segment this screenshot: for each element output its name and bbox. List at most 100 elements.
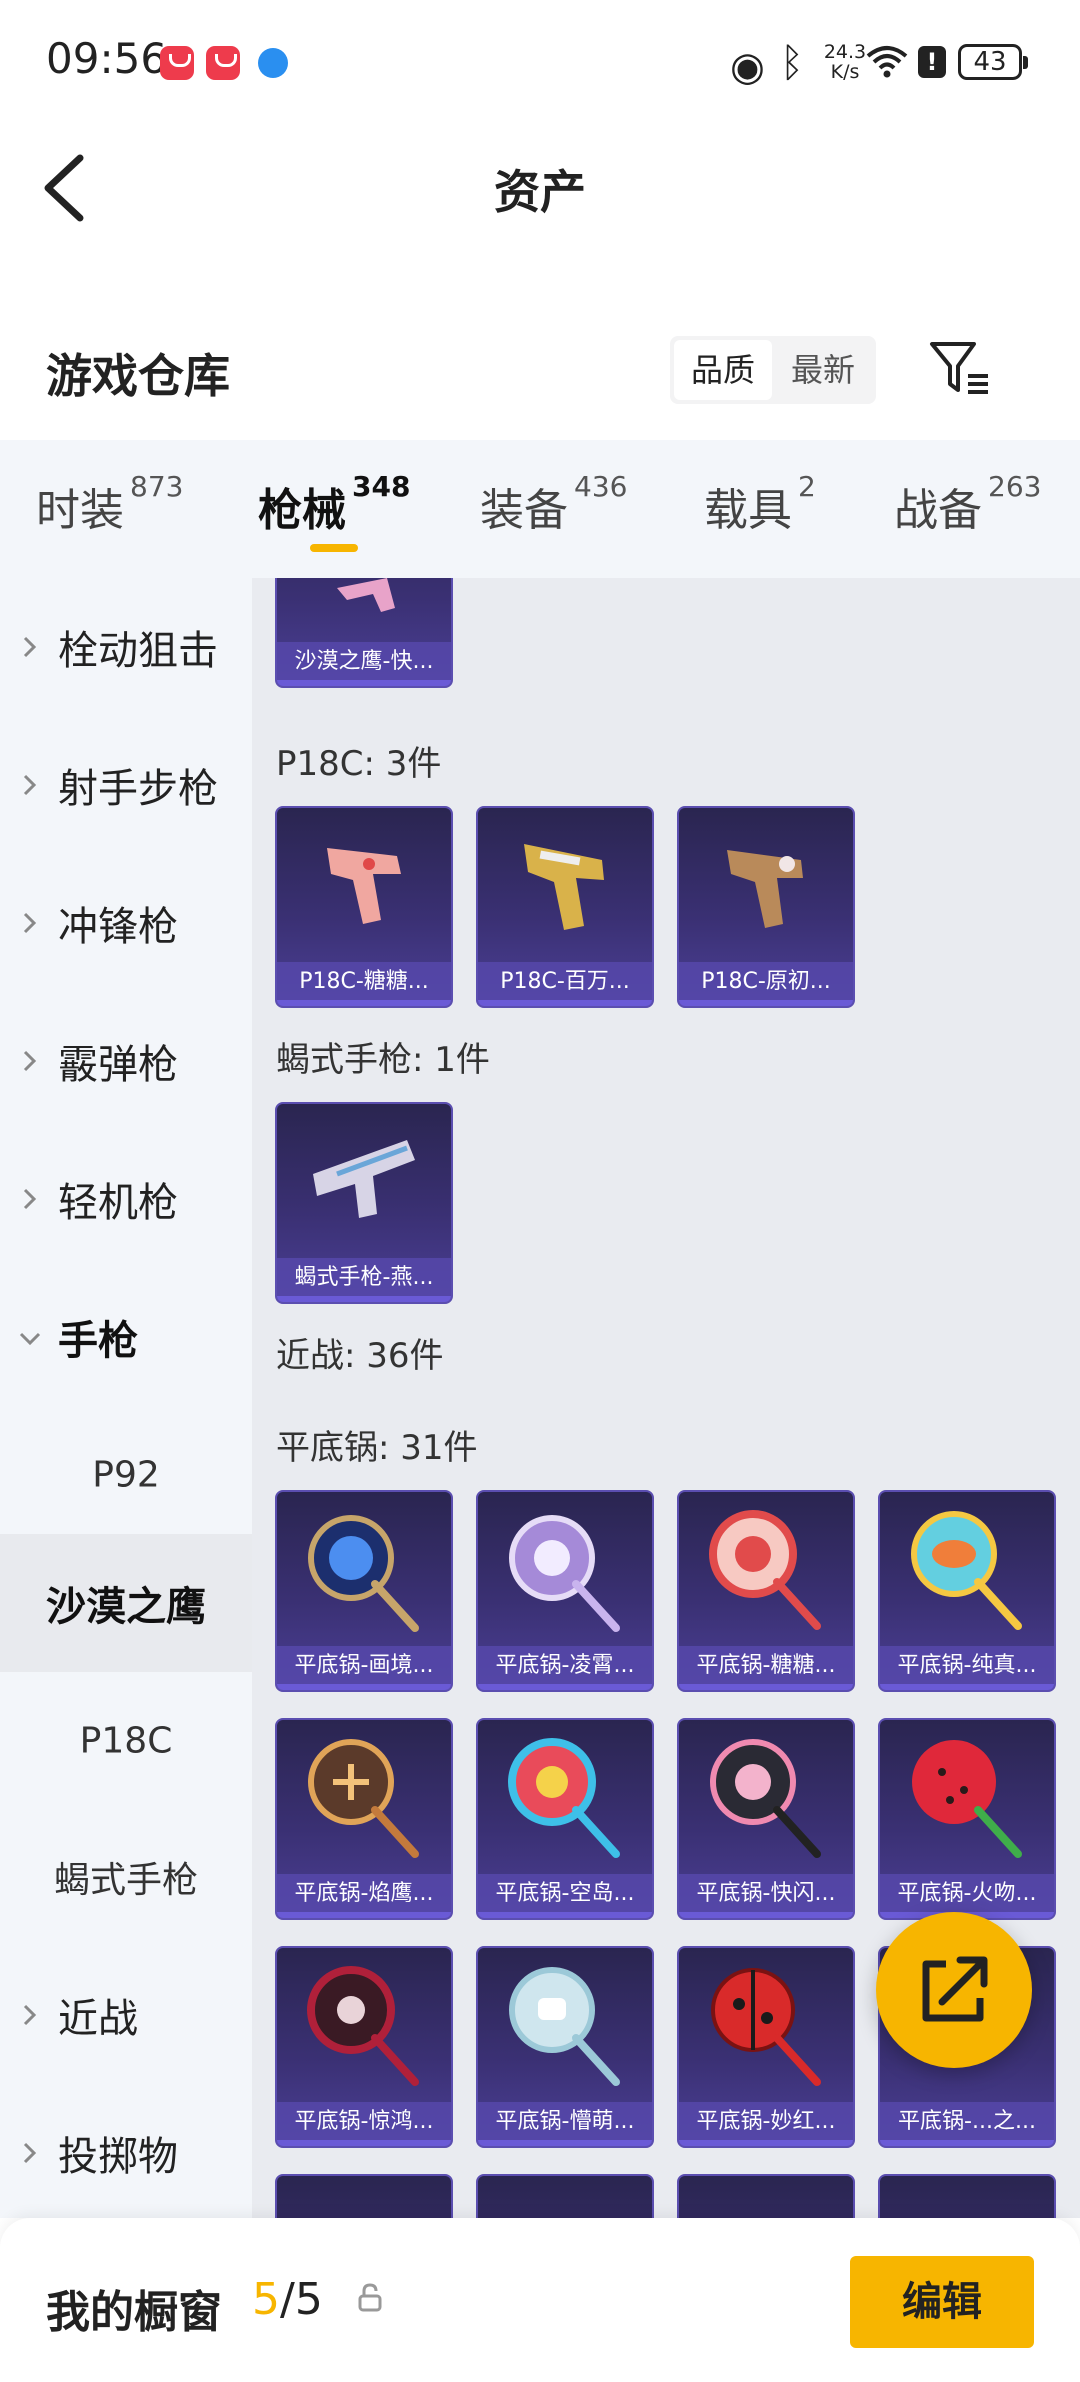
showcase-label: 我的橱窗: [46, 2287, 222, 2338]
showcase-bar: 我的橱窗 5/5 编辑: [0, 2218, 1080, 2382]
share-icon: [922, 1956, 988, 2022]
frying-pan-icon: [509, 1967, 620, 2086]
bluetooth-icon: ᛒ: [780, 40, 804, 86]
item-card[interactable]: P18C-原初...: [677, 806, 855, 1008]
frying-pan-icon: [711, 1968, 821, 2086]
warehouse-title: 游戏仓库: [46, 349, 230, 403]
frying-pan-icon: [308, 1515, 419, 1632]
item-card[interactable]: 蝎式手枪-燕...: [275, 1102, 453, 1304]
tab-supplies[interactable]: 战备 263: [894, 470, 1041, 538]
item-card[interactable]: [476, 2174, 654, 2218]
battery-icon: 43: [958, 44, 1028, 80]
item-card[interactable]: [677, 2174, 855, 2218]
sidebar-item-smg[interactable]: 冲锋枪: [0, 854, 252, 992]
frying-pan-icon: [709, 1510, 821, 1630]
app-notification-icon: [206, 46, 240, 80]
item-card[interactable]: [275, 2174, 453, 2218]
sort-quality-button[interactable]: 品质: [674, 340, 772, 400]
item-card[interactable]: 平底锅-焰鹰...: [275, 1718, 453, 1920]
card-bar: [478, 1684, 652, 1690]
tab-guns[interactable]: 枪械 348: [258, 470, 410, 538]
showcase-count: 5/5: [252, 2274, 323, 2325]
sidebar-item-shotgun[interactable]: 霰弹枪: [0, 992, 252, 1130]
card-bar: [478, 1000, 652, 1006]
chevron-right-icon: [23, 636, 37, 658]
item-card[interactable]: 平底锅-纯真...: [878, 1490, 1056, 1692]
pistol-icon: [337, 578, 395, 612]
item-card[interactable]: 平底锅-懵萌...: [476, 1946, 654, 2148]
group-label-scorpion: 蝎式手枪: 1件: [276, 1040, 490, 1080]
item-card[interactable]: 平底锅-惊鸿...: [275, 1946, 453, 2148]
lock-icon: [358, 2283, 382, 2312]
item-card[interactable]: 平底锅-凌霄...: [476, 1490, 654, 1692]
sort-toggle: 品质 最新: [670, 336, 876, 404]
card-bar: [679, 1912, 853, 1918]
chevron-right-icon: [23, 2142, 37, 2164]
group-label-pan: 平底锅: 31件: [276, 1428, 478, 1468]
item-card[interactable]: 平底锅-火吻...: [878, 1718, 1056, 1920]
card-bar: [679, 1684, 853, 1690]
wifi-icon: [866, 46, 908, 78]
card-bar: [478, 1912, 652, 1918]
group-label-melee: 近战: 36件: [276, 1336, 444, 1376]
pistol-icon: [327, 848, 401, 924]
status-time: 09:56: [46, 34, 168, 83]
card-bar: [277, 1000, 451, 1006]
card-bar: [478, 2140, 652, 2146]
item-card[interactable]: 平底锅-妙红...: [677, 1946, 855, 2148]
frying-pan-icon: [911, 1511, 1022, 1630]
chevron-right-icon: [23, 774, 37, 796]
sidebar-subitem-p92[interactable]: P92: [0, 1406, 252, 1544]
active-tab-indicator: [310, 544, 358, 552]
sidebar-item-bolt-sniper[interactable]: 栓动狙击: [0, 578, 252, 716]
smg-pistol-icon: [313, 1140, 415, 1218]
sidebar-subitem-desert-eagle[interactable]: 沙漠之鹰: [0, 1534, 252, 1672]
chevron-right-icon: [23, 912, 37, 934]
pistol-icon: [727, 850, 803, 928]
card-bar: [679, 2140, 853, 2146]
item-card[interactable]: 平底锅-画境...: [275, 1490, 453, 1692]
sidebar-subitem-scorpion[interactable]: 蝎式手枪: [0, 1808, 252, 1946]
alert-icon: !: [918, 46, 946, 78]
card-bar: [679, 1000, 853, 1006]
item-card[interactable]: P18C-糖糖...: [275, 806, 453, 1008]
item-card[interactable]: [878, 2174, 1056, 2218]
screen: { "status_bar": {"time": "09:56", "net_s…: [0, 0, 1080, 2382]
sidebar-item-marksman-rifle[interactable]: 射手步枪: [0, 716, 252, 854]
pistol-icon: [524, 844, 604, 930]
sidebar: 栓动狙击 射手步枪 冲锋枪 霰弹枪 轻机枪 手枪 P92 沙漠之鹰 P18C 蝎…: [0, 578, 252, 2218]
chevron-down-icon: [19, 1332, 41, 1346]
share-button[interactable]: [876, 1912, 1032, 2068]
browser-notification-icon: [258, 48, 288, 78]
sidebar-item-throwables[interactable]: 投掷物: [0, 2084, 252, 2222]
item-card[interactable]: 平底锅-快闪...: [677, 1718, 855, 1920]
tab-vehicles[interactable]: 载具 2: [704, 470, 816, 538]
card-bar: [880, 2140, 1054, 2146]
card-bar: [277, 1296, 451, 1302]
frying-pan-icon: [308, 1739, 419, 1858]
page-title: 资产: [494, 165, 586, 219]
status-bar: 09:56 ◉ ᛒ 24.3 K/s ! 43: [0, 0, 1080, 124]
edit-button[interactable]: 编辑: [850, 2256, 1034, 2348]
sort-latest-button[interactable]: 最新: [774, 340, 872, 400]
tab-equipment[interactable]: 装备 436: [480, 470, 627, 538]
item-card[interactable]: 平底锅-糖糖...: [677, 1490, 855, 1692]
tab-fashion[interactable]: 时装 873: [36, 470, 183, 538]
sidebar-subitem-p18c[interactable]: P18C: [0, 1672, 252, 1810]
card-bar: [880, 1684, 1054, 1690]
sidebar-item-lmg[interactable]: 轻机枪: [0, 1130, 252, 1268]
chevron-right-icon: [23, 2004, 37, 2026]
eye-icon: ◉: [730, 44, 765, 90]
frying-pan-icon: [912, 1740, 1022, 1858]
frying-pan-icon: [508, 1738, 620, 1858]
filter-icon[interactable]: [928, 338, 992, 400]
sidebar-item-pistol[interactable]: 手枪: [0, 1268, 252, 1406]
item-card[interactable]: P18C-百万...: [476, 806, 654, 1008]
frying-pan-icon: [710, 1739, 821, 1858]
sidebar-item-melee[interactable]: 近战: [0, 1946, 252, 2084]
frying-pan-icon: [307, 1966, 419, 2086]
item-card[interactable]: 沙漠之鹰-快...: [275, 578, 453, 688]
item-card[interactable]: 平底锅-空岛...: [476, 1718, 654, 1920]
card-bar: [277, 680, 451, 686]
chevron-right-icon: [23, 1050, 37, 1072]
